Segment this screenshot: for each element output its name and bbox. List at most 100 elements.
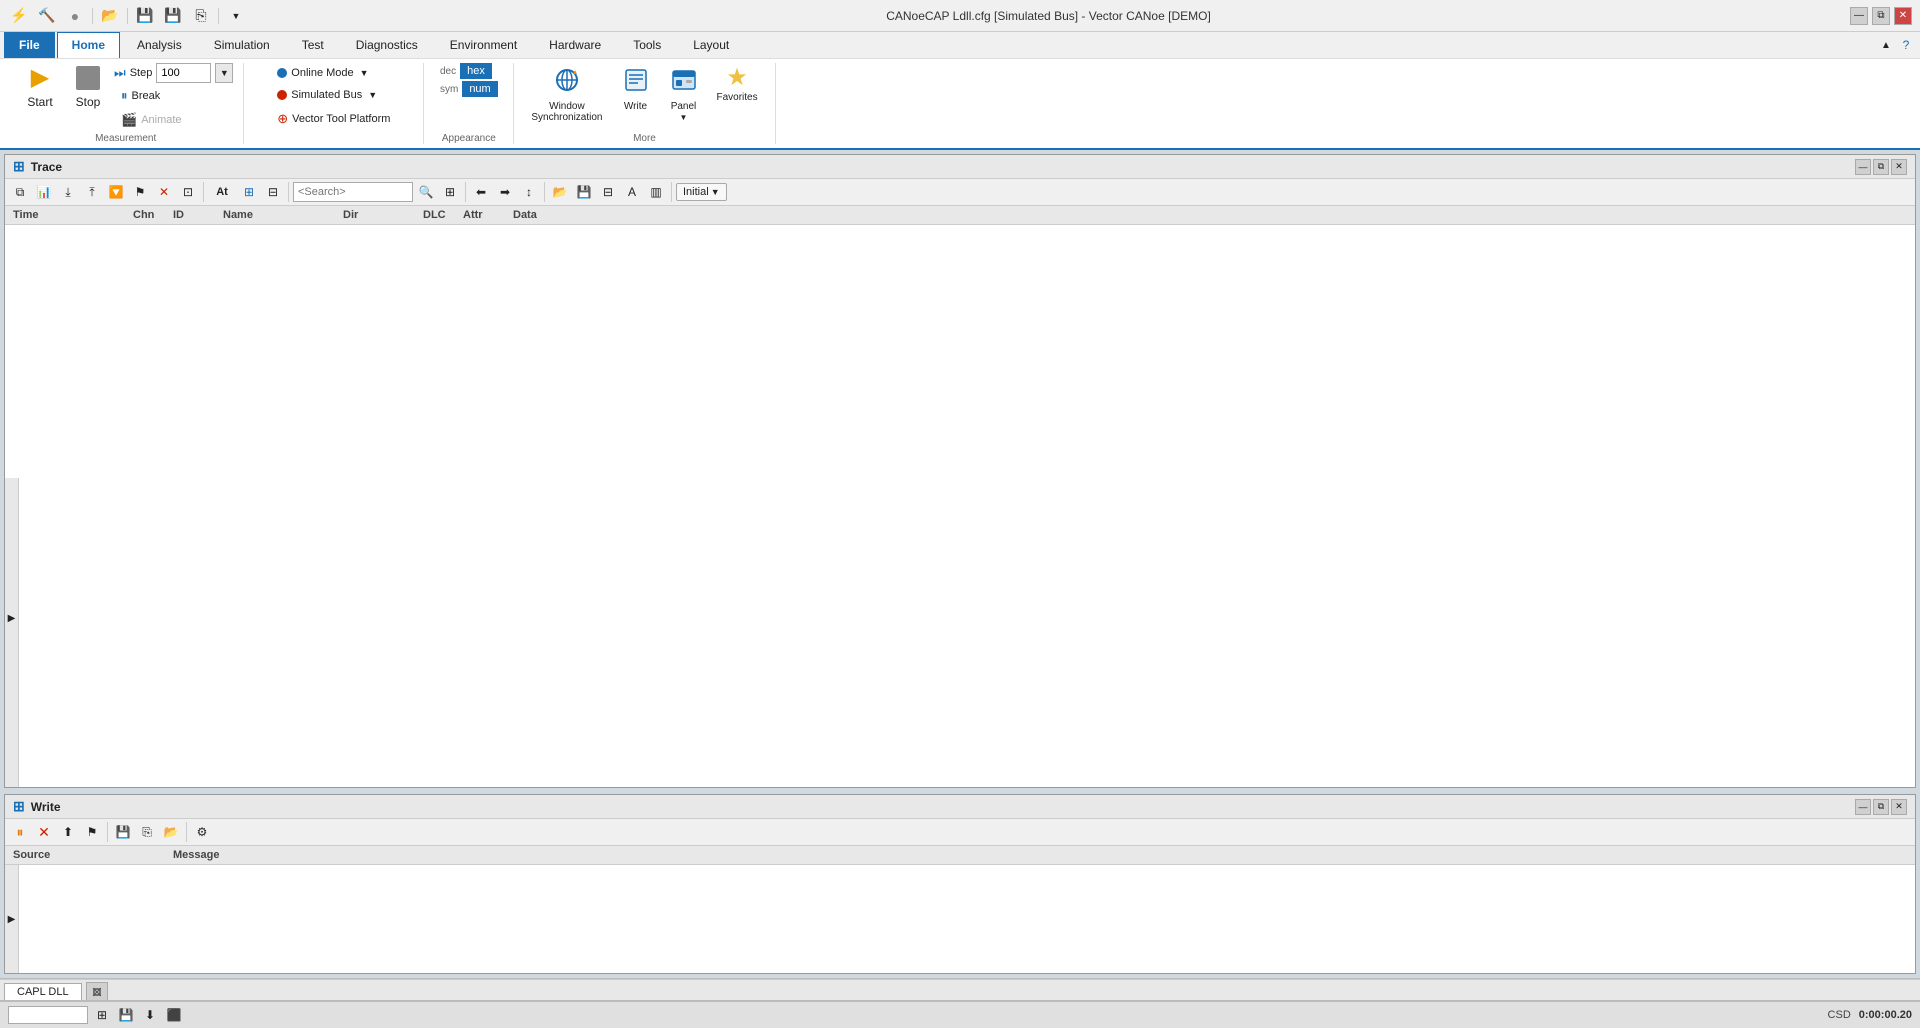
tab-diagnostics[interactable]: Diagnostics xyxy=(341,32,433,58)
trace-expand-1[interactable]: ▶ xyxy=(8,613,16,624)
trace-tool-14[interactable]: ↕ xyxy=(518,181,540,203)
help-icon[interactable]: ? xyxy=(1896,32,1916,58)
write-minimize-button[interactable]: — xyxy=(1855,799,1871,815)
save2-icon[interactable]: 💾 xyxy=(162,5,184,27)
trace-tool-3[interactable]: ⤓ xyxy=(57,181,79,203)
panel-button[interactable]: Panel▼ xyxy=(662,63,706,126)
quick-access-toolbar[interactable]: ⚡ 🔨 ● 📂 💾 💾 ⎘ ▼ xyxy=(8,5,247,27)
start-button[interactable]: ▶ xyxy=(18,63,62,93)
write-copy-btn[interactable]: ⎘ xyxy=(136,821,158,843)
trace-search-btn[interactable]: 🔍 xyxy=(415,181,437,203)
trace-titlebar: ⊞ Trace — ⧉ ✕ xyxy=(5,155,1915,179)
write-save-btn[interactable]: 💾 xyxy=(112,821,134,843)
copy-icon[interactable]: ⎘ xyxy=(190,5,212,27)
trace-tool-5[interactable]: 🔽 xyxy=(105,181,127,203)
add-tab-button[interactable] xyxy=(86,982,108,1000)
tab-analysis[interactable]: Analysis xyxy=(122,32,197,58)
footer-tool-filter[interactable]: ⬇ xyxy=(140,1005,160,1025)
trace-tool-10[interactable]: ⊞ xyxy=(238,181,260,203)
trace-col-btn[interactable]: ▥ xyxy=(645,181,667,203)
footer-search-input[interactable] xyxy=(8,1006,88,1024)
tab-simulation[interactable]: Simulation xyxy=(199,32,285,58)
trace-window: ⊞ Trace — ⧉ ✕ ⧉ 📊 ⤓ ⤒ 🔽 ⚑ ✕ ⊡ At ⊞ ⊟ xyxy=(4,154,1916,788)
step-dropdown[interactable]: ▼ xyxy=(215,63,233,83)
save-icon[interactable]: 💾 xyxy=(134,5,156,27)
trace-search-input[interactable] xyxy=(293,182,413,202)
trace-tool-7[interactable]: ✕ xyxy=(153,181,175,203)
circle-icon[interactable]: ● xyxy=(64,5,86,27)
trace-minimize-button[interactable]: — xyxy=(1855,159,1871,175)
ribbon-collapse-button[interactable]: ▲ xyxy=(1876,32,1896,58)
tab-tools[interactable]: Tools xyxy=(618,32,676,58)
write-pause-btn[interactable]: ⏸ xyxy=(9,821,31,843)
write-ribbon-button[interactable]: Write xyxy=(614,63,658,115)
tab-layout[interactable]: Layout xyxy=(678,32,744,58)
trace-tool-8[interactable]: ⊡ xyxy=(177,181,199,203)
start-icon: ▶ xyxy=(31,66,49,90)
build-icon[interactable]: 🔨 xyxy=(36,5,58,27)
measurement-label: Measurement xyxy=(18,133,233,144)
write-open-btn[interactable]: 📂 xyxy=(160,821,182,843)
trace-tool-11[interactable]: ⊟ xyxy=(262,181,284,203)
trace-filter-btn[interactable]: ⊞ xyxy=(439,181,461,203)
online-mode-button[interactable]: Online Mode ▼ xyxy=(270,63,375,83)
bottom-tab-capl-dll[interactable]: CAPL DLL xyxy=(4,983,82,1000)
stop-button[interactable] xyxy=(66,63,110,93)
trace-save-btn[interactable]: 💾 xyxy=(573,181,595,203)
trace-font-btn[interactable]: A xyxy=(621,181,643,203)
initial-dropdown[interactable]: ▼ xyxy=(711,187,720,197)
favorites-button[interactable]: ★ Favorites xyxy=(710,63,765,106)
step-input[interactable] xyxy=(156,63,211,83)
tab-home[interactable]: Home xyxy=(57,32,120,58)
trace-tool-1[interactable]: ⧉ xyxy=(9,181,31,203)
favorites-label: Favorites xyxy=(717,92,758,103)
tab-test[interactable]: Test xyxy=(287,32,339,58)
trace-tool-2[interactable]: 📊 xyxy=(33,181,55,203)
animate-button[interactable]: 🎬 Animate xyxy=(114,109,233,131)
close-button[interactable]: ✕ xyxy=(1894,7,1912,25)
trace-tool-6[interactable]: ⚑ xyxy=(129,181,151,203)
window-controls[interactable]: — ⧉ ✕ xyxy=(1850,7,1912,25)
trace-maximize-button[interactable]: ⧉ xyxy=(1873,159,1889,175)
footer-tools: ⊞ 💾 ⬇ ⬛ xyxy=(92,1005,184,1025)
vector-tool-button[interactable]: ⊕ Vector Tool Platform xyxy=(270,107,397,131)
footer-tool-stop[interactable]: ⬛ xyxy=(164,1005,184,1025)
write-maximize-button[interactable]: ⧉ xyxy=(1873,799,1889,815)
simulated-bus-dropdown[interactable]: ▼ xyxy=(368,90,377,100)
dropdown-arrow-icon[interactable]: ▼ xyxy=(225,5,247,27)
hex-button[interactable]: hex xyxy=(460,63,492,79)
tab-file[interactable]: File xyxy=(4,32,55,58)
break-button[interactable]: ⏸ Break xyxy=(114,85,233,107)
write-clear-btn[interactable]: ✕ xyxy=(33,821,55,843)
trace-arrow-right[interactable]: ➡ xyxy=(494,181,516,203)
open-icon[interactable]: 📂 xyxy=(99,5,121,27)
trace-cols-btn[interactable]: ⊟ xyxy=(597,181,619,203)
tab-hardware[interactable]: Hardware xyxy=(534,32,616,58)
initial-button[interactable]: Initial ▼ xyxy=(676,183,727,201)
trace-close-button[interactable]: ✕ xyxy=(1891,159,1907,175)
online-mode-dropdown[interactable]: ▼ xyxy=(360,68,369,78)
online-mode-group: Online Mode ▼ Simulated Bus ▼ ⊕ Vector T… xyxy=(244,63,424,144)
write-expand-arrow[interactable]: ▶ xyxy=(8,914,16,925)
minimize-button[interactable]: — xyxy=(1850,7,1868,25)
write-close-button[interactable]: ✕ xyxy=(1891,799,1907,815)
trace-arrow-left[interactable]: ⬅ xyxy=(470,181,492,203)
num-button[interactable]: num xyxy=(462,81,497,97)
write-config-btn[interactable]: ⚙ xyxy=(191,821,213,843)
tab-environment[interactable]: Environment xyxy=(435,32,532,58)
write-filter-btn[interactable]: ⚑ xyxy=(81,821,103,843)
footer-tool-save[interactable]: 💾 xyxy=(116,1005,136,1025)
restore-button[interactable]: ⧉ xyxy=(1872,7,1890,25)
ribbon-content: ▶ Start Stop ⏭ Step xyxy=(0,58,1920,148)
trace-load-btn[interactable]: 📂 xyxy=(549,181,571,203)
write-export-btn[interactable]: ⬆ xyxy=(57,821,79,843)
footer-tool-grid[interactable]: ⊞ xyxy=(92,1005,112,1025)
stop-label: Stop xyxy=(76,95,101,109)
trace-tool-4[interactable]: ⤒ xyxy=(81,181,103,203)
window-sync-button[interactable]: WindowSynchronization xyxy=(524,63,609,126)
trace-at-btn[interactable]: At xyxy=(208,181,236,203)
more-group: WindowSynchronization Write xyxy=(514,63,775,144)
simulated-bus-button[interactable]: Simulated Bus ▼ xyxy=(270,85,384,105)
measurement-controls: ▶ Start Stop ⏭ Step xyxy=(18,63,233,131)
lightning-icon[interactable]: ⚡ xyxy=(8,5,30,27)
